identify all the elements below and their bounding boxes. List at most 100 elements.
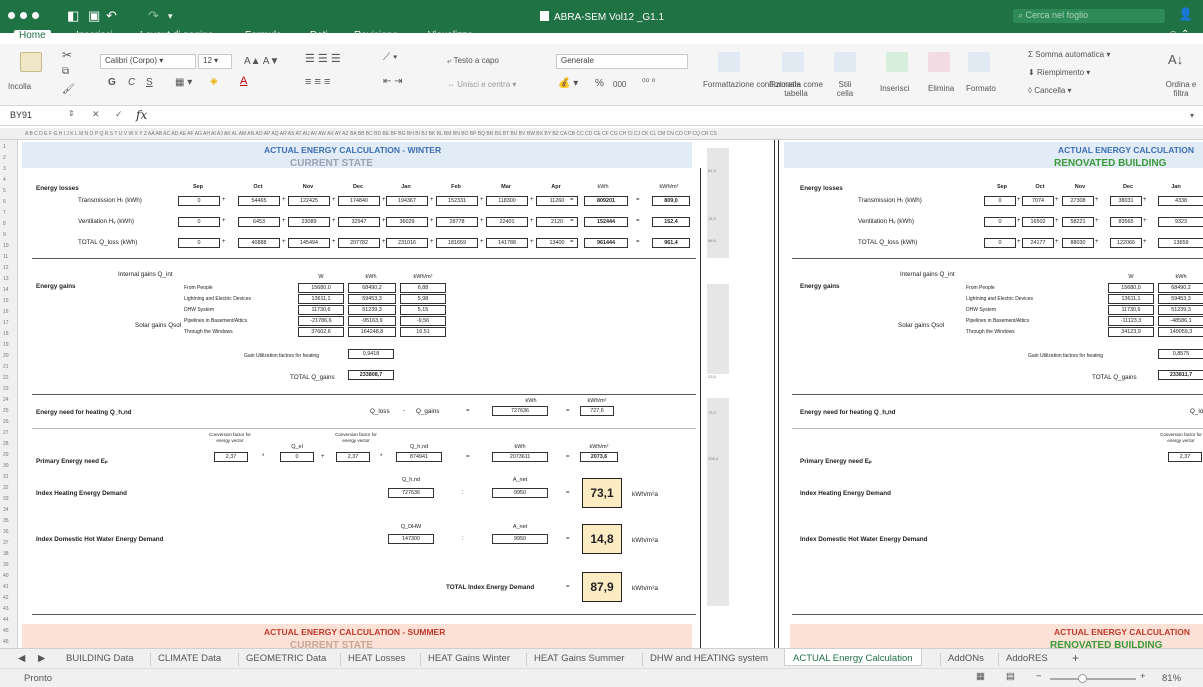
- zoom-slider-handle[interactable]: [1078, 674, 1087, 683]
- menu-tab[interactable]: Formule: [245, 30, 282, 44]
- gain-w-cell[interactable]: 13611,1: [298, 294, 344, 304]
- menu-tab[interactable]: Dati: [310, 30, 328, 44]
- align-top-icon[interactable]: ☰ ☰ ☰: [305, 52, 341, 65]
- cell-styles-button[interactable]: Stili cella: [834, 80, 856, 98]
- decimal-icon[interactable]: ⁰⁰ ⁰: [642, 77, 655, 88]
- row-number[interactable]: 43: [3, 606, 9, 612]
- index-heating-q-cell[interactable]: 727636: [388, 488, 434, 498]
- sheet-tab[interactable]: HEAT Gains Summer: [534, 653, 624, 664]
- row-number[interactable]: 45: [3, 628, 9, 634]
- loss-value-cell[interactable]: 32947: [338, 217, 380, 227]
- energy-need-kwh-cell[interactable]: 727636: [492, 406, 548, 416]
- search-sheet-input[interactable]: ⌕ Cerca nel foglio: [1013, 9, 1165, 23]
- loss-value-cell[interactable]: 174840: [338, 196, 380, 206]
- zoom-in-icon[interactable]: +: [1140, 671, 1146, 682]
- loss-value-cell[interactable]: 36029: [386, 217, 428, 227]
- zoom-slider[interactable]: [1050, 678, 1136, 680]
- loss-value-cell[interactable]: 6453: [238, 217, 280, 227]
- clear-button[interactable]: ◊ Cancella ▾: [1028, 86, 1072, 95]
- row-number[interactable]: 28: [3, 441, 9, 447]
- right-loss-value-cell[interactable]: 88030: [1062, 238, 1094, 248]
- row-number[interactable]: 12: [3, 265, 9, 271]
- column-headers[interactable]: A B C D E F G H I J K L M N O P Q R S T …: [0, 128, 1203, 140]
- percent-button[interactable]: %: [595, 78, 604, 89]
- total-gains-cell[interactable]: 233808,7: [348, 370, 394, 380]
- gain-m2-cell[interactable]: 5,15: [400, 305, 446, 315]
- menu-tab[interactable]: Layout di pagina: [140, 30, 213, 44]
- right-loss-value-cell[interactable]: 13659: [1158, 238, 1203, 248]
- gain-kwh-cell[interactable]: 164248,8: [348, 327, 396, 337]
- gain-kwh-cell[interactable]: 59453,3: [348, 294, 396, 304]
- row-number[interactable]: 10: [3, 243, 9, 249]
- loss-value-cell[interactable]: 0: [178, 196, 220, 206]
- insert-function-icon[interactable]: fx: [136, 108, 147, 122]
- right-gain-kwh-cell[interactable]: 149059,3: [1158, 327, 1203, 337]
- font-size-select[interactable]: 12 ▾: [198, 54, 232, 69]
- merge-center-button[interactable]: ⇔ Unisci e centra ▾: [447, 80, 516, 89]
- row-number[interactable]: 21: [3, 364, 9, 370]
- conversion-factor-cell[interactable]: 2,37: [336, 452, 370, 462]
- delete-button[interactable]: Elimina: [928, 84, 954, 93]
- right-loss-value-cell[interactable]: 58221: [1062, 217, 1094, 227]
- gain-kwh-cell[interactable]: 51239,3: [348, 305, 396, 315]
- loss-value-cell[interactable]: 122425: [288, 196, 330, 206]
- close-window-icon[interactable]: [8, 12, 15, 19]
- loss-value-cell[interactable]: 54465: [238, 196, 280, 206]
- row-headers[interactable]: 1 2 3 4 5 6 7 8 9 10 11 12 13 14 15 16 17 18 19 20 21 22 23 24 2…: [0, 140, 18, 648]
- format-painter-icon[interactable]: 🖌: [62, 84, 75, 95]
- index-heating-value[interactable]: 73,1: [582, 478, 622, 508]
- row-number[interactable]: 39: [3, 562, 9, 568]
- loss-per-m2-cell[interactable]: 152,4: [652, 217, 690, 227]
- right-loss-value-cell[interactable]: 122066: [1110, 238, 1142, 248]
- row-number[interactable]: 2: [3, 155, 6, 161]
- confirm-formula-icon[interactable]: ✓: [115, 109, 123, 120]
- sheet-tab[interactable]: HEAT Losses: [348, 653, 405, 664]
- zoom-out-icon[interactable]: −: [1036, 671, 1042, 682]
- loss-value-cell[interactable]: 207782: [338, 238, 380, 248]
- index-dhw-value[interactable]: 14,8: [582, 524, 622, 554]
- format-button[interactable]: Formato: [966, 84, 996, 93]
- loss-per-m2-cell[interactable]: 961,4: [652, 238, 690, 248]
- insert-button[interactable]: Inserisci: [880, 84, 909, 93]
- row-number[interactable]: 22: [3, 375, 9, 381]
- right-gain-w-cell[interactable]: 13611,1: [1108, 294, 1154, 304]
- right-gain-w-cell[interactable]: 15680,0: [1108, 283, 1154, 293]
- page-layout-icon[interactable]: ▤: [1006, 671, 1015, 682]
- loss-value-cell[interactable]: 0: [178, 238, 220, 248]
- index-dhw-a-cell[interactable]: 9950: [492, 534, 548, 544]
- loss-total-cell[interactable]: 961444: [584, 238, 628, 248]
- row-number[interactable]: 27: [3, 430, 9, 436]
- gain-w-cell[interactable]: -21786,6: [298, 316, 344, 326]
- right-loss-value-cell[interactable]: 9323: [1158, 217, 1203, 227]
- number-format-select[interactable]: Generale: [556, 54, 688, 69]
- gain-w-cell[interactable]: 11730,6: [298, 305, 344, 315]
- orientation-icon[interactable]: ⟋ ▾: [383, 52, 398, 63]
- sheet-tab[interactable]: CLIMATE Data: [158, 653, 221, 664]
- right-gain-kwh-cell[interactable]: 51239,3: [1158, 305, 1203, 315]
- row-number[interactable]: 17: [3, 320, 9, 326]
- worksheet-grid[interactable]: ACTUAL ENERGY CALCULATION - WINTER CURRE…: [18, 140, 1203, 648]
- sheet-tab[interactable]: BUILDING Data: [66, 653, 134, 664]
- bold-button[interactable]: G: [108, 77, 116, 88]
- grow-font-button[interactable]: A▲ A▼: [244, 56, 279, 67]
- undo-icon[interactable]: ↶: [106, 8, 117, 24]
- sheet-tab[interactable]: ACTUAL Energy Calculation: [784, 649, 922, 666]
- indent-icon[interactable]: ⇤ ⇥: [383, 76, 403, 87]
- row-number[interactable]: 4: [3, 177, 6, 183]
- row-number[interactable]: 36: [3, 529, 9, 535]
- right-gain-kwh-cell[interactable]: 68490,2: [1158, 283, 1203, 293]
- align-left-icon[interactable]: ≡ ≡ ≡: [305, 76, 330, 88]
- loss-value-cell[interactable]: 145494: [288, 238, 330, 248]
- loss-value-cell[interactable]: 118300: [486, 196, 528, 206]
- row-number[interactable]: 30: [3, 463, 9, 469]
- sheet-tab[interactable]: GEOMETRIC Data: [246, 653, 326, 664]
- borders-icon[interactable]: ▦ ▾: [175, 77, 192, 88]
- gain-m2-cell[interactable]: 6,88: [400, 283, 446, 293]
- row-number[interactable]: 16: [3, 309, 9, 315]
- right-conversion-cell[interactable]: 2,37: [1168, 452, 1202, 462]
- gain-w-cell[interactable]: 15680,0: [298, 283, 344, 293]
- right-loss-value-cell[interactable]: 83565: [1110, 217, 1142, 227]
- primary-kwh-cell[interactable]: 2073611: [492, 452, 548, 462]
- gain-m2-cell[interactable]: 16,51: [400, 327, 446, 337]
- loss-total-cell[interactable]: 809201: [584, 196, 628, 206]
